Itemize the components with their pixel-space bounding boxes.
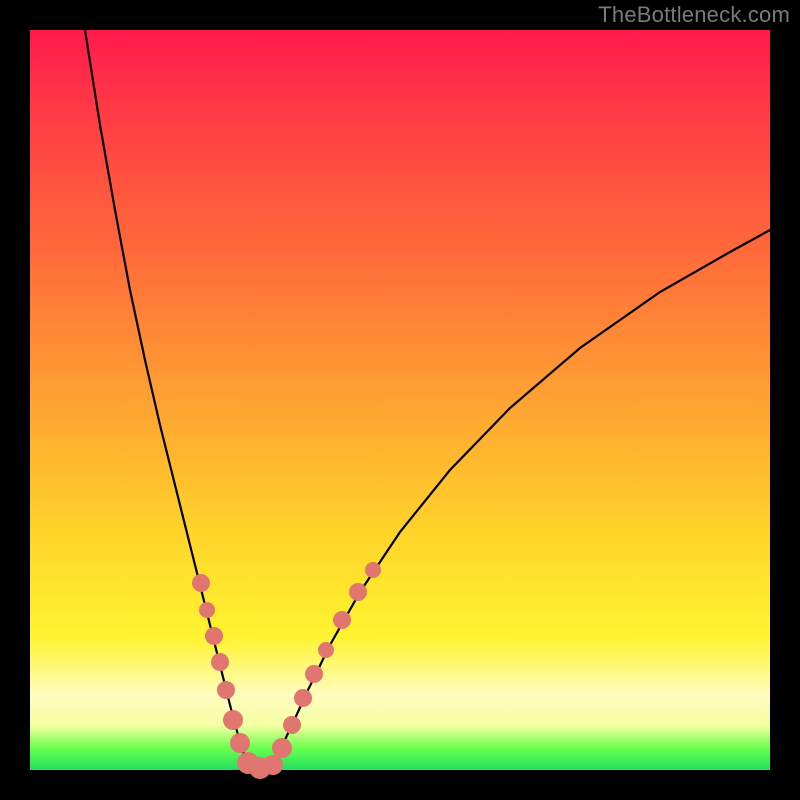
scatter-dot <box>217 681 235 699</box>
left-dots-group <box>192 574 271 779</box>
chart-frame: TheBottleneck.com <box>0 0 800 800</box>
scatter-dot <box>263 755 283 775</box>
scatter-dot <box>272 738 292 758</box>
plot-area <box>30 30 770 770</box>
right-dots-group <box>263 562 381 775</box>
chart-svg <box>30 30 770 770</box>
watermark-text: TheBottleneck.com <box>598 2 790 28</box>
scatter-dot <box>349 583 367 601</box>
scatter-dot <box>305 665 323 683</box>
scatter-dot <box>223 710 243 730</box>
scatter-dot <box>205 627 223 645</box>
scatter-dot <box>318 642 334 658</box>
scatter-dot <box>199 602 215 618</box>
scatter-dot <box>230 733 250 753</box>
scatter-dot <box>333 611 351 629</box>
scatter-dot <box>211 653 229 671</box>
scatter-dot <box>294 689 312 707</box>
scatter-dot <box>283 716 301 734</box>
right-curve <box>270 230 770 768</box>
scatter-dot <box>192 574 210 592</box>
scatter-dot <box>365 562 381 578</box>
